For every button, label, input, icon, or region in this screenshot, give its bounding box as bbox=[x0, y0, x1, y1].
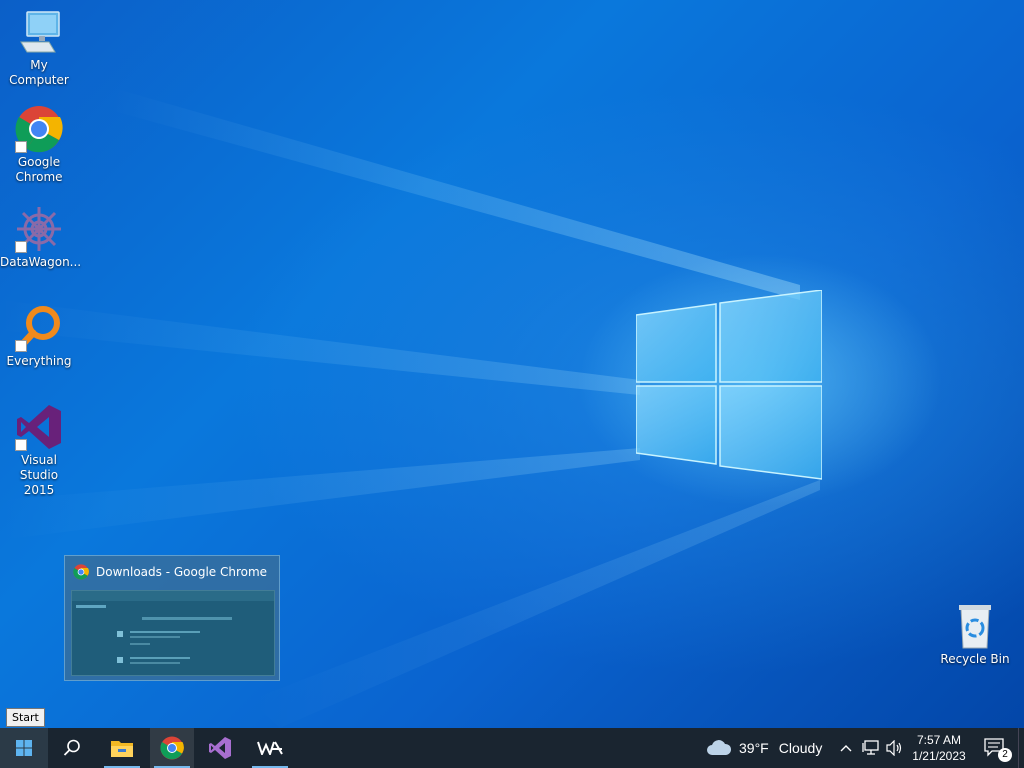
shortcut-arrow-icon bbox=[15, 340, 27, 352]
network-button[interactable] bbox=[860, 728, 882, 768]
desktop-icon-google-chrome[interactable]: Google Chrome bbox=[0, 105, 78, 185]
speaker-icon bbox=[886, 740, 902, 756]
desktop-icon-visual-studio[interactable]: Visual Studio 2015 bbox=[0, 403, 78, 498]
taskbar: 39°F Cloudy 7:57 AM 1/21/2023 2 bbox=[0, 728, 1024, 768]
desktop-icon-label: Everything bbox=[6, 354, 72, 368]
desktop-icon-label: DataWagon... bbox=[0, 255, 82, 269]
desktop-icon-label: Visual Studio 2015 bbox=[19, 453, 59, 497]
preview-title-text: Downloads - Google Chrome bbox=[96, 565, 268, 579]
weather-temperature: 39°F bbox=[739, 740, 769, 756]
preview-title: Downloads - Google Chrome bbox=[73, 564, 267, 580]
taskbar-google-chrome[interactable] bbox=[150, 728, 194, 768]
desktop-icon-label: Recycle Bin bbox=[940, 652, 1010, 666]
recycle-bin-icon bbox=[959, 605, 991, 649]
computer-icon bbox=[20, 11, 60, 53]
show-hidden-icons-button[interactable] bbox=[836, 728, 856, 768]
clock[interactable]: 7:57 AM 1/21/2023 bbox=[908, 728, 970, 768]
desktop-icon-everything[interactable]: Everything bbox=[0, 304, 78, 369]
preview-thumbnail bbox=[71, 590, 275, 676]
shortcut-arrow-icon bbox=[15, 241, 27, 253]
datawagon-taskbar-icon bbox=[257, 741, 283, 755]
chrome-icon bbox=[73, 564, 89, 580]
taskbar-file-explorer[interactable] bbox=[100, 728, 144, 768]
folder-icon bbox=[111, 741, 133, 757]
clock-time: 7:57 AM bbox=[916, 733, 962, 747]
clock-date: 1/21/2023 bbox=[912, 749, 966, 763]
desktop-icon-label: My Computer bbox=[9, 58, 69, 87]
chrome-icon bbox=[160, 736, 184, 760]
desktop-icon-recycle-bin[interactable]: Recycle Bin bbox=[936, 602, 1014, 667]
chrome-window-preview[interactable]: Downloads - Google Chrome bbox=[64, 555, 280, 681]
desktop-icon-my-computer[interactable]: My Computer bbox=[0, 8, 78, 88]
volume-button[interactable] bbox=[884, 728, 906, 768]
weather-widget[interactable]: 39°F Cloudy bbox=[706, 728, 832, 768]
search-icon bbox=[63, 739, 80, 756]
desktop-icon-datawagon[interactable]: DataWagon... bbox=[0, 205, 82, 270]
network-icon bbox=[862, 740, 879, 755]
action-center-button[interactable]: 2 bbox=[976, 728, 1014, 768]
desktop-icon-label: Google Chrome bbox=[15, 155, 63, 184]
start-button[interactable] bbox=[0, 728, 48, 768]
desktop: My Computer Google Chrome DataWagon... E… bbox=[0, 0, 1024, 728]
notification-count-badge: 2 bbox=[998, 748, 1012, 762]
weather-description: Cloudy bbox=[778, 740, 823, 756]
search-button[interactable] bbox=[48, 728, 96, 768]
windows-start-icon bbox=[16, 740, 32, 756]
chevron-up-icon bbox=[840, 745, 852, 752]
downloads-page-thumbnail bbox=[72, 591, 274, 664]
taskbar-datawagon[interactable] bbox=[248, 728, 292, 768]
shortcut-arrow-icon bbox=[15, 439, 27, 451]
windows-logo bbox=[636, 290, 822, 480]
cloud-icon bbox=[707, 740, 732, 755]
visual-studio-icon bbox=[209, 737, 231, 759]
start-tooltip: Start bbox=[6, 708, 45, 727]
show-desktop-divider[interactable] bbox=[1018, 728, 1019, 768]
taskbar-visual-studio[interactable] bbox=[198, 728, 242, 768]
shortcut-arrow-icon bbox=[15, 141, 27, 153]
